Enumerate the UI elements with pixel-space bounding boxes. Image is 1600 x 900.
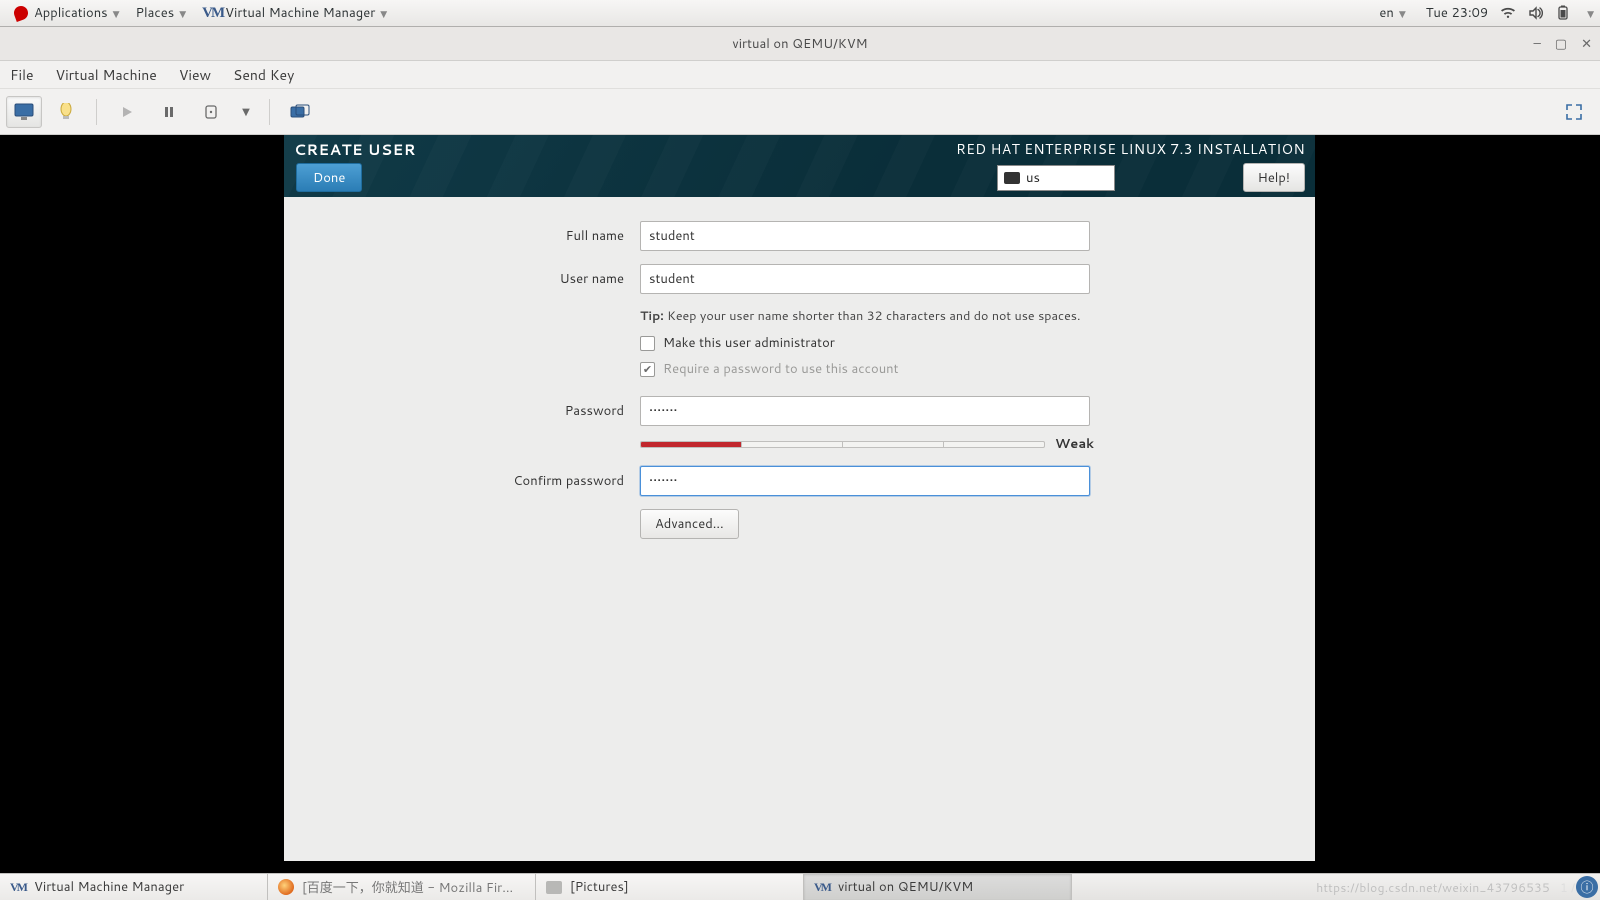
maximize-button[interactable]: ▢ <box>1555 35 1567 53</box>
firefox-icon <box>278 879 294 895</box>
task-virtual-vm[interactable]: VM virtual on QEMU/KVM <box>804 874 1072 900</box>
redhat-icon <box>12 4 30 22</box>
vmm-window: virtual on QEMU/KVM – ▢ ✕ File Virtual M… <box>0 27 1600 873</box>
chevron-down-icon: ▼ <box>113 7 120 20</box>
task-label: Virtual Machine Manager <box>34 878 184 896</box>
minimize-button[interactable]: – <box>1533 35 1540 53</box>
confirm-password-label: Confirm password <box>284 472 640 490</box>
screen-title: CREATE USER <box>294 139 416 160</box>
applications-label: Applications <box>34 4 108 22</box>
confirm-password-input[interactable] <box>640 466 1090 496</box>
console-button[interactable] <box>6 96 42 128</box>
admin-checkbox[interactable] <box>640 336 655 351</box>
keyboard-layout-label: us <box>1026 169 1040 187</box>
chevron-down-icon: ▼ <box>380 7 387 20</box>
require-password-row: Require a password to use this account <box>640 360 1315 378</box>
anaconda-installer: CREATE USER RED HAT ENTERPRISE LINUX 7.3… <box>284 135 1315 861</box>
advanced-button[interactable]: Advanced... <box>640 509 739 539</box>
anaconda-body: Full name User name Tip: Keep your user … <box>284 197 1315 861</box>
help-button[interactable]: Help! <box>1243 163 1305 192</box>
guest-display[interactable]: CREATE USER RED HAT ENTERPRISE LINUX 7.3… <box>0 135 1600 873</box>
volume-icon[interactable] <box>1528 6 1544 20</box>
taskbar: VM Virtual Machine Manager [百度一下，你就知道 - … <box>0 873 1600 900</box>
task-pictures[interactable]: [Pictures] <box>536 874 804 900</box>
menubar: File Virtual Machine View Send Key <box>0 61 1600 89</box>
require-password-label: Require a password to use this account <box>663 360 899 378</box>
product-title: RED HAT ENTERPRISE LINUX 7.3 INSTALLATIO… <box>956 139 1305 159</box>
require-password-checkbox <box>640 362 655 377</box>
places-label: Places <box>136 4 175 22</box>
folder-icon <box>546 879 562 895</box>
shutdown-button[interactable] <box>193 96 229 128</box>
window-titlebar: virtual on QEMU/KVM – ▢ ✕ <box>0 27 1600 61</box>
password-input[interactable] <box>640 396 1090 426</box>
input-lang[interactable]: en▼ <box>1371 4 1413 22</box>
task-label: virtual on QEMU/KVM <box>838 878 973 896</box>
gnome-top-bar: Applications ▼ Places ▼ VM Virtual Machi… <box>0 0 1600 27</box>
password-strength-label: Weak <box>1055 435 1094 453</box>
clock[interactable]: Tue 23:09 <box>1426 4 1488 22</box>
vmm-icon: VM <box>202 5 223 22</box>
anaconda-header: CREATE USER RED HAT ENTERPRISE LINUX 7.3… <box>284 135 1315 197</box>
menu-file[interactable]: File <box>10 65 34 85</box>
vmm-app-label: Virtual Machine Manager <box>225 4 375 22</box>
chevron-down-icon: ▼ <box>179 7 186 20</box>
admin-checkbox-label: Make this user administrator <box>663 334 835 352</box>
shutdown-menu[interactable]: ▼ <box>235 96 257 128</box>
password-strength-meter: Weak <box>640 435 1090 453</box>
run-button[interactable] <box>109 96 145 128</box>
watermark: https://blog.csdn.net/weixin_43796535 <box>1316 879 1550 896</box>
keyboard-layout-indicator[interactable]: us <box>997 165 1115 191</box>
window-title: virtual on QEMU/KVM <box>732 35 867 53</box>
snapshots-button[interactable] <box>282 96 318 128</box>
accessibility-icon[interactable]: ⓘ <box>1576 876 1598 898</box>
places-menu[interactable]: Places ▼ <box>128 4 195 22</box>
battery-icon[interactable] <box>1556 5 1570 21</box>
task-label: [Pictures] <box>570 878 629 896</box>
menu-send-key[interactable]: Send Key <box>233 65 294 85</box>
system-menu-icon[interactable]: ▼ <box>1587 7 1594 20</box>
vmm-icon: VM <box>814 879 830 895</box>
fullname-input[interactable] <box>640 221 1090 251</box>
username-tip: Tip: Keep your user name shorter than 32… <box>640 307 1100 325</box>
task-vmm[interactable]: VM Virtual Machine Manager <box>0 874 268 900</box>
task-firefox[interactable]: [百度一下，你就知道 - Mozilla Fir... <box>268 874 536 900</box>
toolbar: ▼ <box>0 89 1600 135</box>
menu-virtual-machine[interactable]: Virtual Machine <box>56 65 157 85</box>
keyboard-icon <box>1004 172 1020 184</box>
password-label: Password <box>284 402 640 420</box>
menu-view[interactable]: View <box>179 65 211 85</box>
vmm-icon: VM <box>10 879 26 895</box>
network-icon[interactable] <box>1500 6 1516 20</box>
vmm-app-menu[interactable]: VM Virtual Machine Manager ▼ <box>194 4 395 22</box>
close-button[interactable]: ✕ <box>1581 35 1592 53</box>
username-input[interactable] <box>640 264 1090 294</box>
done-button[interactable]: Done <box>296 163 362 192</box>
username-label: User name <box>284 270 640 288</box>
task-label: [百度一下，你就知道 - Mozilla Fir... <box>302 877 513 897</box>
admin-checkbox-row[interactable]: Make this user administrator <box>640 334 1315 352</box>
fullname-label: Full name <box>284 227 640 245</box>
pause-button[interactable] <box>151 96 187 128</box>
applications-menu[interactable]: Applications ▼ <box>6 4 128 22</box>
fullscreen-button[interactable] <box>1556 96 1592 128</box>
details-button[interactable] <box>48 96 84 128</box>
